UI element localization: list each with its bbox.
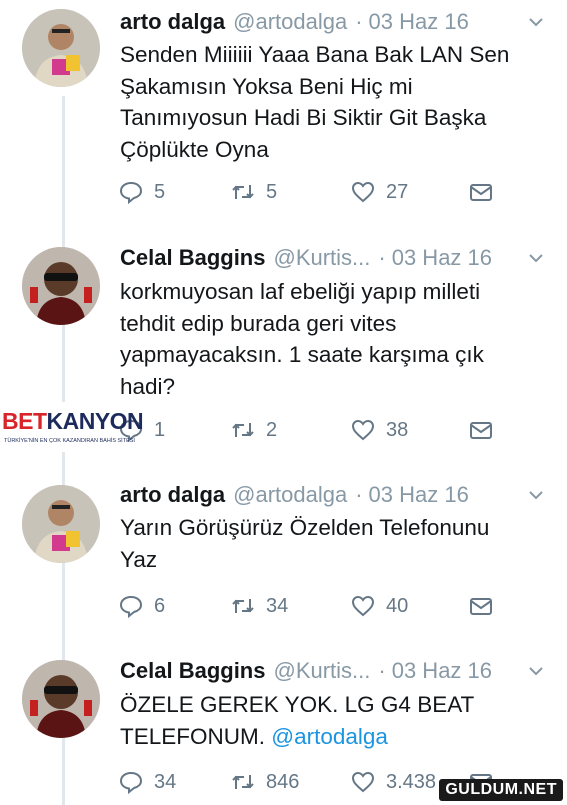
like-count: 3.438 xyxy=(386,770,437,793)
reply-button[interactable]: 34 xyxy=(118,767,176,797)
text-line: Yarın Görüşürüz Özelden Telefonunu xyxy=(120,515,490,540)
reply-icon xyxy=(119,181,143,205)
like-button[interactable]: 3.438 xyxy=(350,767,436,797)
heart-icon xyxy=(351,771,375,793)
betkanyon-logo: BETKANYON TÜRKİYE'NİN EN ÇOK KAZANDIRAN … xyxy=(0,402,144,452)
retweet-button[interactable]: 846 xyxy=(230,767,299,797)
reply-button[interactable]: 6 xyxy=(118,591,165,621)
text-line: korkmuyosan laf ebeliği yapıp milleti xyxy=(120,279,481,304)
like-count: 38 xyxy=(386,418,409,441)
reply-icon xyxy=(119,595,143,619)
mention-link[interactable]: @artodalga xyxy=(271,724,388,749)
separator-dot: · xyxy=(378,245,386,270)
like-button[interactable]: 38 xyxy=(350,415,408,445)
avatar[interactable] xyxy=(22,485,100,563)
retweet-icon xyxy=(232,599,254,613)
avatar[interactable] xyxy=(22,660,100,738)
direct-message-button[interactable] xyxy=(468,177,494,207)
like-count: 40 xyxy=(386,594,409,617)
author-handle[interactable]: @artodalga xyxy=(233,9,347,35)
chevron-down-icon[interactable] xyxy=(525,247,547,269)
tweet-date[interactable]: 03 Haz 16 xyxy=(369,482,469,508)
reply-count: 6 xyxy=(154,594,166,617)
like-count: 27 xyxy=(386,180,409,203)
text-line: TELEFONUM. @artodalga xyxy=(120,721,541,753)
heart-icon xyxy=(351,419,375,441)
separator-dot: · xyxy=(378,658,386,683)
retweet-count: 34 xyxy=(266,594,289,617)
reply-count: 34 xyxy=(154,770,177,793)
tweet-date[interactable]: 03 Haz 16 xyxy=(392,245,492,271)
retweet-button[interactable]: 34 xyxy=(230,591,288,621)
separator-dot: · xyxy=(355,9,363,34)
betkanyon-wordmark: BETKANYON xyxy=(2,408,144,434)
envelope-icon xyxy=(470,184,492,201)
chevron-down-icon[interactable] xyxy=(525,660,547,682)
author-name[interactable]: arto dalga xyxy=(120,482,225,508)
tweet-text: korkmuyosan laf ebeliği yapıp milleti te… xyxy=(120,276,541,402)
text-line: Şakamısın Yoksa Beni Hiç mi xyxy=(120,73,413,99)
retweet-button[interactable]: 5 xyxy=(230,177,277,207)
retweet-icon xyxy=(232,185,254,199)
author-handle[interactable]: @Kurtis... xyxy=(273,658,370,684)
reply-count: 5 xyxy=(154,180,166,203)
envelope-icon xyxy=(470,422,492,439)
author-handle[interactable]: @artodalga xyxy=(233,482,347,508)
retweet-count: 846 xyxy=(266,770,300,793)
retweet-icon xyxy=(232,423,254,437)
retweet-button[interactable]: 2 xyxy=(230,415,277,445)
like-button[interactable]: 27 xyxy=(350,177,408,207)
tweet-date[interactable]: 03 Haz 16 xyxy=(392,658,492,684)
reply-button[interactable]: 5 xyxy=(118,177,165,207)
author-name[interactable]: Celal Baggins xyxy=(120,245,265,271)
envelope-icon xyxy=(470,598,492,615)
reply-icon xyxy=(119,771,143,795)
author-name[interactable]: arto dalga xyxy=(120,9,225,35)
tweet-actions: 1 2 38 xyxy=(118,415,538,445)
site-watermark: GULDUM.NET xyxy=(439,779,563,801)
tweet-actions: 5 5 27 xyxy=(118,177,538,207)
direct-message-button[interactable] xyxy=(468,591,494,621)
text-line: ÖZELE GEREK YOK. LG G4 BEAT xyxy=(120,692,475,717)
reply-count: 1 xyxy=(154,418,166,441)
retweet-icon xyxy=(232,775,254,789)
author-name[interactable]: Celal Baggins xyxy=(120,658,265,684)
text-line: Yaz xyxy=(120,546,158,572)
retweet-count: 2 xyxy=(266,418,278,441)
chevron-down-icon[interactable] xyxy=(525,484,547,506)
heart-icon xyxy=(351,181,375,203)
tweet-date[interactable]: 03 Haz 16 xyxy=(369,9,469,35)
tweet-text: Senden Miiiiii Yaaa Bana Bak LAN Sen Şak… xyxy=(120,39,541,165)
text-line: Çöplükte Oyna xyxy=(120,136,269,162)
retweet-count: 5 xyxy=(266,180,278,203)
chevron-down-icon[interactable] xyxy=(525,11,547,33)
text-line: yapmayacaksın. 1 saate karşıma çık xyxy=(120,342,484,367)
avatar[interactable] xyxy=(22,247,100,325)
author-handle[interactable]: @Kurtis... xyxy=(273,245,370,271)
text-segment: TELEFONUM. xyxy=(120,723,266,749)
text-line: hadi? xyxy=(120,373,176,399)
betkanyon-tagline: TÜRKİYE'NİN EN ÇOK KAZANDIRAN BAHİS SİTE… xyxy=(4,438,135,444)
separator-dot: · xyxy=(355,482,363,507)
like-button[interactable]: 40 xyxy=(350,591,408,621)
text-line: Tanımıyosun Hadi Bi Siktir Git Başka xyxy=(120,105,487,130)
text-line: tehdit edip burada geri vites xyxy=(120,310,397,336)
tweet-actions: 6 34 40 xyxy=(118,591,538,621)
avatar[interactable] xyxy=(22,9,100,87)
direct-message-button[interactable] xyxy=(468,415,494,445)
tweet-text: Yarın Görüşürüz Özelden Telefonunu Yaz xyxy=(120,512,541,575)
heart-icon xyxy=(351,595,375,617)
tweet-text: ÖZELE GEREK YOK. LG G4 BEAT TELEFONUM. @… xyxy=(120,689,541,752)
text-line: Senden Miiiiii Yaaa Bana Bak LAN Sen xyxy=(120,42,510,67)
